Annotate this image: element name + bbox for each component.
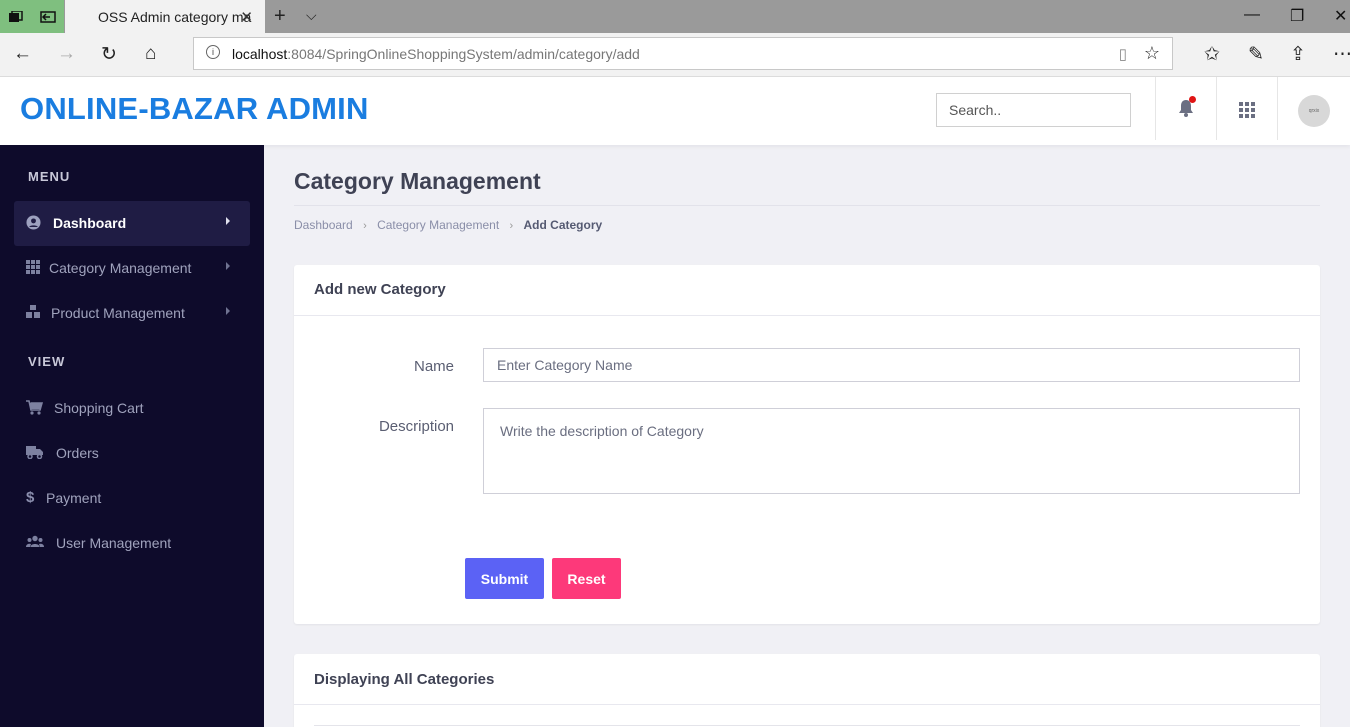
card-title: Displaying All Categories: [314, 671, 495, 688]
sidebar-item-payment[interactable]: $ Payment: [14, 476, 250, 521]
share-icon[interactable]: ⇪: [1290, 43, 1306, 66]
sidebar-item-category-management[interactable]: Category Management: [14, 246, 250, 291]
apps-grid-icon[interactable]: [1239, 102, 1255, 118]
browser-tab[interactable]: OSS Admin category ma ✕: [65, 0, 265, 33]
card-divider: [294, 704, 1320, 705]
sidebar-item-label: Dashboard: [53, 215, 127, 231]
header-divider: [1155, 77, 1156, 140]
breadcrumb-item-category-management[interactable]: Category Management: [377, 218, 499, 232]
search-input[interactable]: [936, 93, 1131, 127]
sidebar: MENU Dashboard Category Management Produ…: [0, 145, 264, 727]
chevron-right-icon: [226, 307, 230, 315]
new-tab-icon[interactable]: +: [274, 5, 286, 28]
browser-tab-bar: OSS Admin category ma ✕ + ⌵ — ❐ ✕: [0, 0, 1350, 33]
add-category-card: Add new Category Name Description Submit…: [294, 265, 1320, 624]
site-info-icon[interactable]: i: [206, 45, 220, 59]
sidebar-item-dashboard[interactable]: Dashboard: [14, 201, 250, 246]
category-name-input[interactable]: [483, 348, 1300, 382]
page-title: Category Management: [294, 168, 541, 194]
sidebar-item-label: Payment: [46, 490, 102, 506]
breadcrumb-item-dashboard[interactable]: Dashboard: [294, 218, 353, 232]
dollar-icon: $: [26, 489, 35, 506]
sidebar-item-user-management[interactable]: User Management: [14, 521, 250, 566]
notification-bell-icon[interactable]: [1178, 96, 1196, 119]
url-text[interactable]: localhost:8084/SpringOnlineShoppingSyste…: [232, 46, 640, 62]
title-divider: [294, 205, 1320, 206]
chevron-right-icon: [226, 262, 230, 270]
sidebar-item-shopping-cart[interactable]: Shopping Cart: [14, 386, 250, 431]
sidebar-item-product-management[interactable]: Product Management: [14, 291, 250, 336]
app-header: ONLINE-BAZAR ADMIN qrxix: [0, 77, 1350, 145]
pen-icon[interactable]: ✎: [1248, 43, 1264, 66]
users-icon: [26, 535, 44, 553]
categories-list-card: Displaying All Categories: [294, 654, 1320, 727]
cart-icon: [26, 400, 44, 418]
grid-icon: [26, 260, 44, 278]
name-label: Name: [413, 358, 454, 375]
more-icon[interactable]: ⋯: [1333, 43, 1350, 66]
home-icon[interactable]: ⌂: [145, 43, 156, 65]
favorites-icon[interactable]: ✩: [1204, 43, 1220, 66]
sidebar-item-label: Product Management: [51, 305, 185, 321]
sidebar-heading-menu: MENU: [28, 169, 71, 184]
sidebar-item-orders[interactable]: Orders: [14, 431, 250, 476]
chevron-right-icon: ›: [363, 220, 367, 232]
forward-icon[interactable]: →: [57, 43, 76, 65]
sidebar-item-label: Category Management: [49, 260, 192, 276]
chevron-right-icon: [226, 217, 230, 225]
sidebar-item-label: Orders: [56, 445, 99, 461]
tab-actions-icon[interactable]: [0, 0, 32, 33]
truck-icon: [26, 445, 44, 463]
card-title: Add new Category: [314, 281, 446, 298]
minimize-icon[interactable]: —: [1244, 6, 1260, 24]
sidebar-heading-view: VIEW: [28, 354, 66, 369]
back-icon[interactable]: ←: [13, 43, 32, 65]
chevron-right-icon: ›: [509, 220, 514, 232]
table-top-border: [314, 725, 1300, 726]
browser-nav-bar: ← → ↻ ⌂ i localhost:8084/SpringOnlineSho…: [0, 33, 1350, 77]
brand-title[interactable]: ONLINE-BAZAR ADMIN: [20, 91, 369, 127]
reading-view-icon[interactable]: ▯: [1119, 45, 1127, 63]
description-label: Description: [378, 418, 454, 435]
breadcrumb-item-current: Add Category: [523, 218, 603, 232]
notification-dot: [1189, 96, 1196, 103]
chevron-down-icon[interactable]: ⌵: [306, 7, 317, 24]
close-window-icon[interactable]: ✕: [1334, 6, 1347, 26]
favorite-star-icon[interactable]: ☆: [1144, 43, 1160, 64]
tab-title: OSS Admin category ma: [98, 9, 252, 25]
category-description-input[interactable]: [483, 408, 1300, 494]
refresh-icon[interactable]: ↻: [101, 43, 117, 66]
set-aside-tabs-icon[interactable]: [32, 0, 64, 33]
address-bar[interactable]: i localhost:8084/SpringOnlineShoppingSys…: [193, 37, 1173, 70]
breadcrumb: Dashboard › Category Management › Add Ca…: [294, 218, 602, 232]
sidebar-item-label: User Management: [56, 535, 172, 551]
close-tab-icon[interactable]: ✕: [240, 8, 253, 26]
boxes-icon: [26, 305, 44, 323]
header-divider: [1216, 77, 1217, 140]
sidebar-item-label: Shopping Cart: [54, 400, 144, 416]
header-divider: [1277, 77, 1278, 140]
submit-button[interactable]: Submit: [465, 558, 544, 599]
restore-icon[interactable]: ❐: [1290, 6, 1304, 26]
avatar[interactable]: qrxix: [1298, 95, 1330, 127]
reset-button[interactable]: Reset: [552, 558, 621, 599]
card-divider: [294, 315, 1320, 316]
user-circle-icon: [26, 215, 44, 233]
